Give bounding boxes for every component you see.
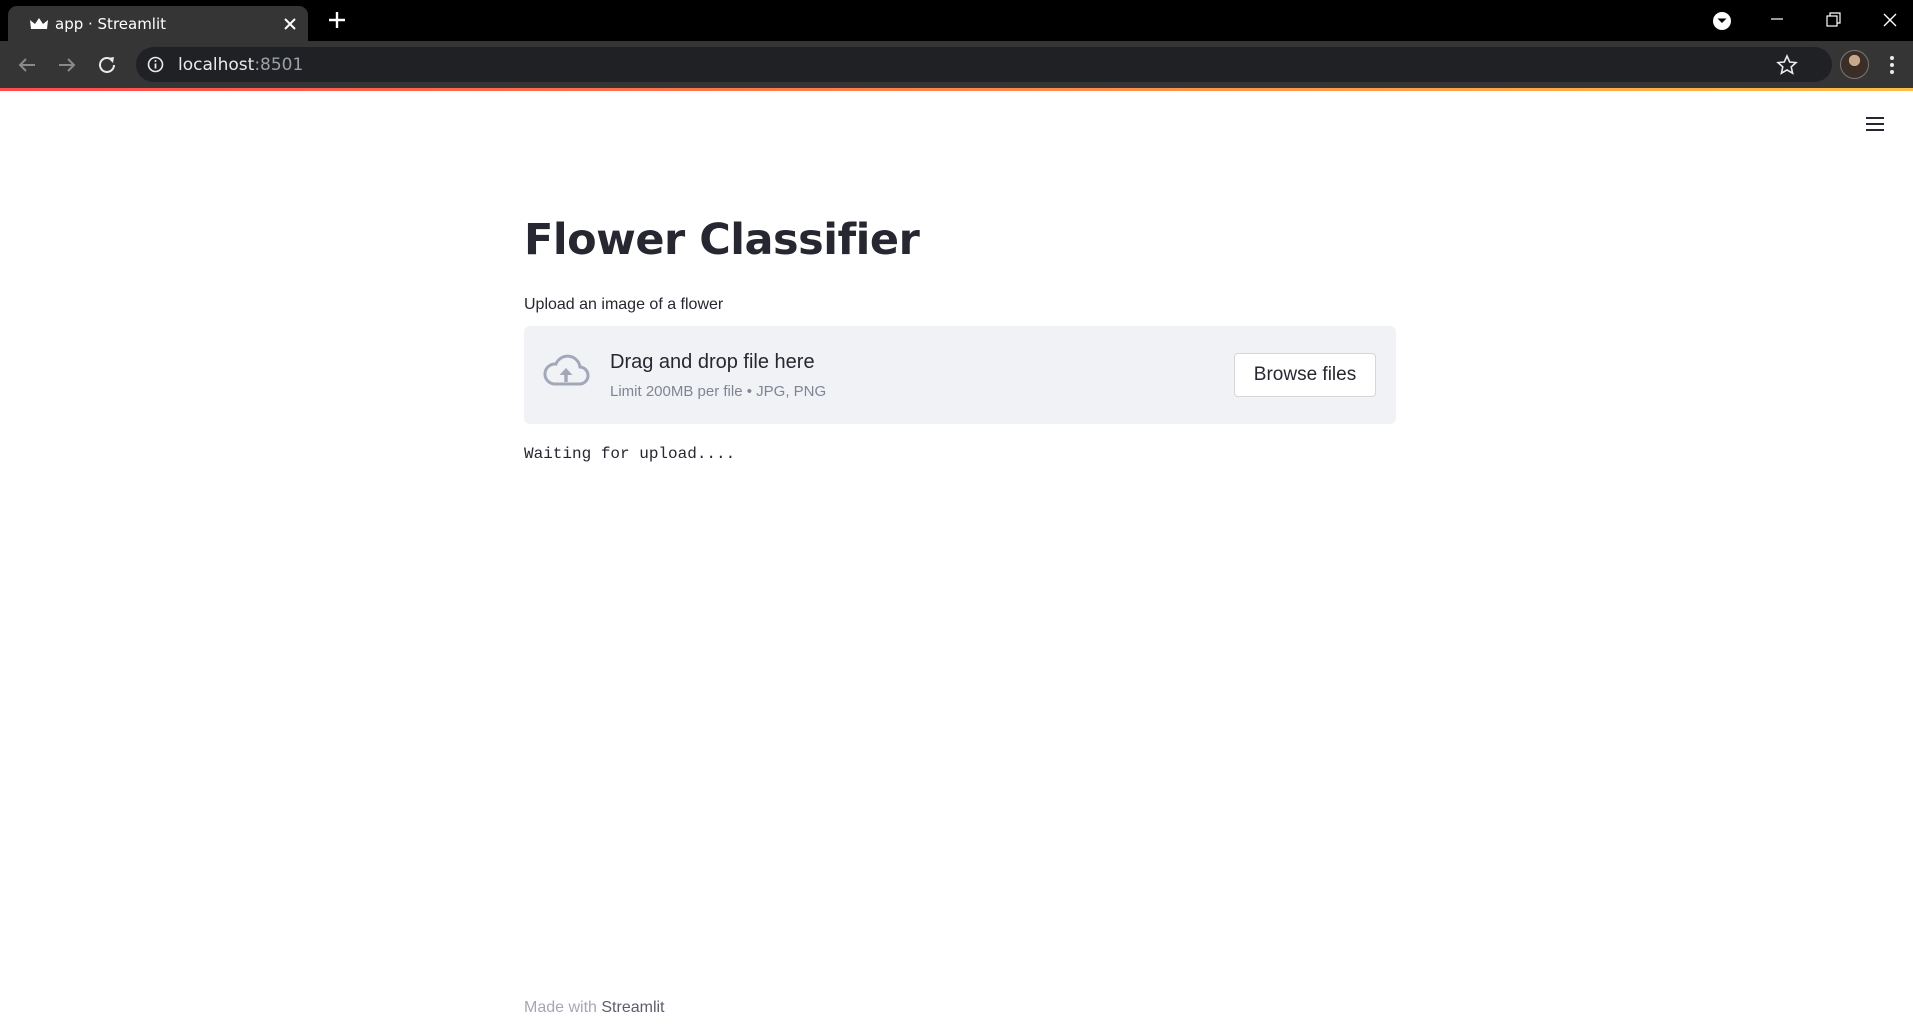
minimize-icon[interactable] [1765, 8, 1789, 32]
footer: Made with Streamlit [524, 999, 665, 1017]
reload-icon[interactable] [95, 53, 119, 77]
site-info-icon[interactable] [147, 56, 164, 73]
profile-avatar[interactable] [1840, 50, 1869, 79]
browser-menu-icon[interactable] [1882, 53, 1902, 77]
back-arrow-icon[interactable] [15, 53, 39, 77]
hamburger-menu-icon[interactable] [1864, 114, 1886, 134]
tab-search-icon[interactable] [1710, 8, 1734, 32]
page-title: Flower Classifier [524, 215, 920, 265]
close-tab-icon[interactable] [282, 16, 298, 32]
footer-prefix: Made with [524, 999, 602, 1016]
restore-icon[interactable] [1821, 8, 1845, 32]
url-text[interactable]: localhost:8501 [178, 55, 303, 75]
address-bar[interactable]: localhost:8501 [136, 47, 1832, 82]
streamlit-header-decoration [0, 88, 1913, 91]
tab-title: app · Streamlit [55, 15, 167, 33]
bookmark-star-icon[interactable] [1776, 54, 1798, 76]
cloud-upload-icon [543, 354, 590, 386]
file-dropzone[interactable]: Drag and drop file here Limit 200MB per … [524, 326, 1396, 424]
forward-arrow-icon[interactable] [55, 53, 79, 77]
browser-toolbar: localhost:8501 [0, 41, 1913, 88]
streamlit-link[interactable]: Streamlit [601, 999, 664, 1016]
browser-tab[interactable]: app · Streamlit [8, 6, 308, 42]
dropzone-limit-hint: Limit 200MB per file • JPG, PNG [610, 383, 827, 400]
url-host: localhost [178, 55, 255, 75]
browser-tab-strip: app · Streamlit [0, 0, 1913, 42]
new-tab-icon[interactable] [328, 11, 346, 29]
close-window-icon[interactable] [1878, 8, 1902, 32]
browse-files-button[interactable]: Browse files [1234, 353, 1376, 397]
streamlit-crown-icon [30, 18, 48, 29]
status-text: Waiting for upload.... [524, 445, 736, 463]
url-port: :8501 [254, 55, 304, 75]
dropzone-title: Drag and drop file here [610, 351, 815, 373]
file-uploader-label: Upload an image of a flower [524, 296, 724, 313]
